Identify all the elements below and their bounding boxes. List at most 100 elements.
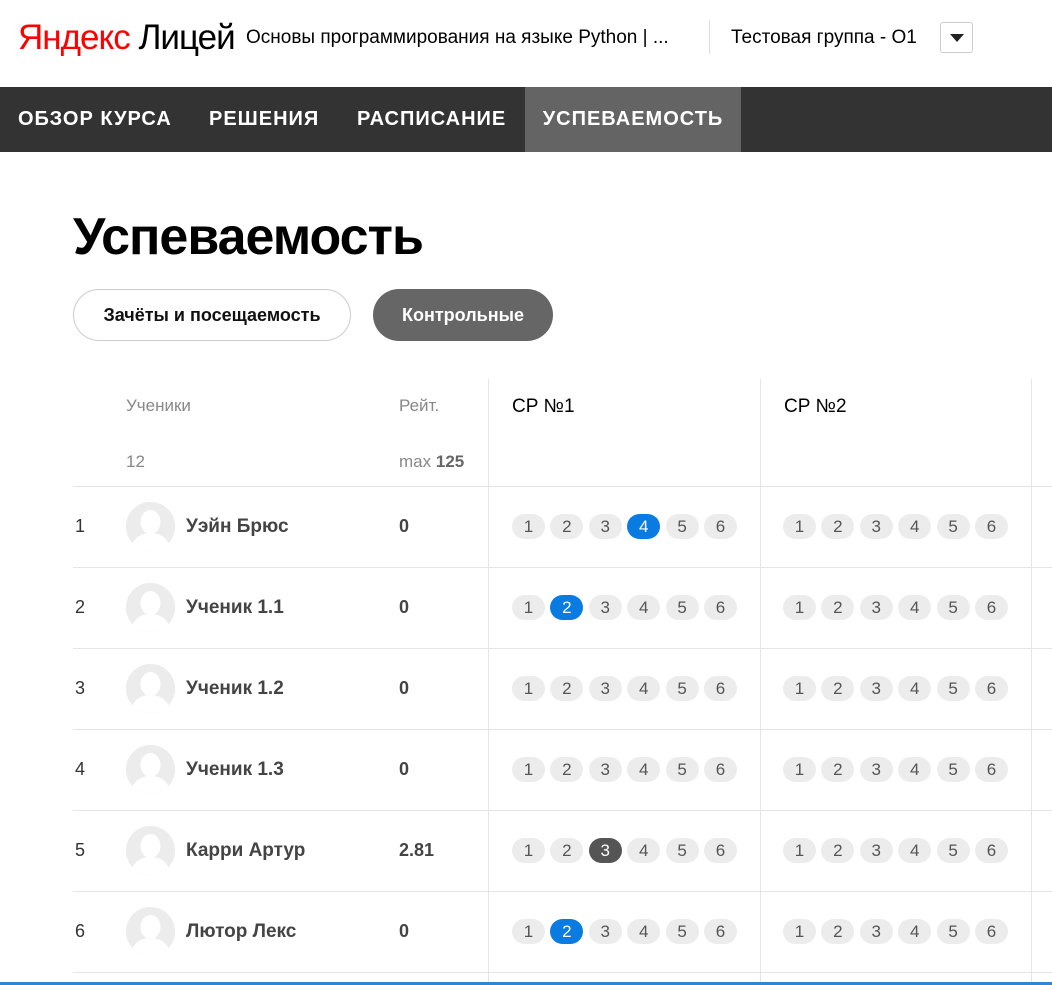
variant-chip[interactable]: 3 [859,676,893,701]
variant-chip[interactable]: 3 [859,595,893,620]
table-row: 4 Ученик 1.3 0 1 2 3 4 5 6 1 2 3 4 5 6 [73,729,1052,810]
variant-chip[interactable]: 4 [627,595,661,620]
variant-chip[interactable]: 1 [512,838,545,863]
variant-chip[interactable]: 1 [783,676,816,701]
variant-chip[interactable]: 6 [974,595,1008,620]
student-name[interactable]: Уэйн Брюс [186,486,289,567]
variant-chip[interactable]: 1 [783,595,816,620]
variant-chip[interactable]: 6 [974,838,1008,863]
variant-chip[interactable]: 4 [898,676,932,701]
row-index: 4 [75,759,86,779]
variant-chip[interactable]: 3 [859,757,893,782]
variant-chip[interactable]: 5 [665,838,699,863]
variant-chips-sr1: 123456 [512,838,742,863]
variant-chip[interactable]: 2 [821,838,855,863]
variant-chip[interactable]: 5 [936,919,970,944]
variant-chip[interactable]: 5 [665,676,699,701]
variant-chip[interactable]: 5 [936,838,970,863]
variant-chip[interactable]: 3 [859,514,893,539]
variant-chip[interactable]: 1 [512,595,545,620]
logo-part-yandex: Яндекс [18,18,131,57]
column-header-sr2[interactable]: СР №2 [784,396,847,418]
variant-chip[interactable]: 2 [821,676,855,701]
variant-chip[interactable]: 4 [627,838,661,863]
variant-chip[interactable]: 6 [703,514,737,539]
variant-chip[interactable]: 2 [550,919,584,944]
variant-chip[interactable]: 4 [627,757,661,782]
student-name[interactable]: Ученик 1.3 [186,729,284,810]
tab-tests[interactable]: Контрольные [373,289,553,341]
variant-chip[interactable]: 5 [665,919,699,944]
column-header-sr1[interactable]: СР №1 [512,396,575,418]
variant-chip[interactable]: 4 [627,676,661,701]
variant-chip[interactable]: 3 [859,919,893,944]
variant-chip[interactable]: 3 [588,838,622,863]
variant-chip[interactable]: 1 [512,676,545,701]
variant-chip[interactable]: 5 [665,514,699,539]
table-row: 6 Лютор Лекс 0 1 2 3 4 5 6 1 2 3 4 5 6 [73,891,1052,972]
variant-chip[interactable]: 3 [859,838,893,863]
variant-chip[interactable]: 1 [512,757,545,782]
variant-chip[interactable]: 2 [550,514,584,539]
variant-chip[interactable]: 5 [936,757,970,782]
variant-chip[interactable]: 4 [898,919,932,944]
variant-chip[interactable]: 5 [936,514,970,539]
variant-chip[interactable]: 4 [627,514,661,539]
group-select-button[interactable] [940,22,973,53]
variant-chip[interactable]: 5 [665,757,699,782]
variant-chip[interactable]: 1 [783,919,816,944]
variant-chip[interactable]: 4 [627,919,661,944]
nav-tab-progress[interactable]: УСПЕВАЕМОСТЬ [525,87,741,152]
variant-chip[interactable]: 2 [821,514,855,539]
variant-chip[interactable]: 1 [783,757,816,782]
variant-chip[interactable]: 2 [550,838,584,863]
nav-tab-overview[interactable]: ОБЗОР КУРСА [18,87,171,152]
variant-chip[interactable]: 3 [588,514,622,539]
student-name[interactable]: Ученик 1.1 [186,567,284,648]
variant-chip[interactable]: 6 [703,595,737,620]
variant-chip[interactable]: 1 [512,919,545,944]
nav-tab-solutions[interactable]: РЕШЕНИЯ [209,87,318,152]
nav-tab-schedule[interactable]: РАСПИСАНИЕ [357,87,505,152]
student-name[interactable]: Лютор Лекс [186,891,296,972]
rating-max-value: 125 [435,452,465,471]
yandex-lyceum-logo[interactable]: Яндекс Лицей [18,18,236,58]
variant-chip[interactable]: 2 [550,676,584,701]
course-title[interactable]: Основы программирования на языке Python … [246,26,669,50]
rating-header[interactable]: Рейт. [399,396,439,416]
variant-chip[interactable]: 5 [665,595,699,620]
variant-chip[interactable]: 2 [550,595,584,620]
variant-chip[interactable]: 4 [898,838,932,863]
variant-chip[interactable]: 6 [703,838,737,863]
variant-chip[interactable]: 3 [588,757,622,782]
variant-chip[interactable]: 6 [703,676,737,701]
variant-chip[interactable]: 1 [783,514,816,539]
variant-chip[interactable]: 6 [974,676,1008,701]
variant-chip[interactable]: 6 [974,757,1008,782]
variant-chip[interactable]: 5 [936,676,970,701]
variant-chip[interactable]: 6 [974,514,1008,539]
row-index: 1 [75,516,86,536]
student-name[interactable]: Ученик 1.2 [186,648,284,729]
variant-chip[interactable]: 1 [783,838,816,863]
variant-chip[interactable]: 6 [703,919,737,944]
variant-chip[interactable]: 3 [588,919,622,944]
variant-chip[interactable]: 2 [550,757,584,782]
variant-chip[interactable]: 4 [898,595,932,620]
group-name: Тестовая группа - О1 [731,27,917,48]
variant-chip[interactable]: 1 [512,514,545,539]
variant-chip[interactable]: 2 [821,919,855,944]
variant-chip[interactable]: 4 [898,757,932,782]
variant-chip[interactable]: 6 [703,757,737,782]
variant-chip[interactable]: 2 [821,595,855,620]
tab-credits-attendance[interactable]: Зачёты и посещаемость [73,289,351,341]
chevron-down-icon [949,33,964,42]
student-rating: 2.81 [399,840,435,860]
student-name[interactable]: Карри Артур [186,810,305,891]
variant-chip[interactable]: 3 [588,595,622,620]
variant-chip[interactable]: 3 [588,676,622,701]
variant-chip[interactable]: 6 [974,919,1008,944]
variant-chip[interactable]: 5 [936,595,970,620]
variant-chip[interactable]: 2 [821,757,855,782]
variant-chip[interactable]: 4 [898,514,932,539]
